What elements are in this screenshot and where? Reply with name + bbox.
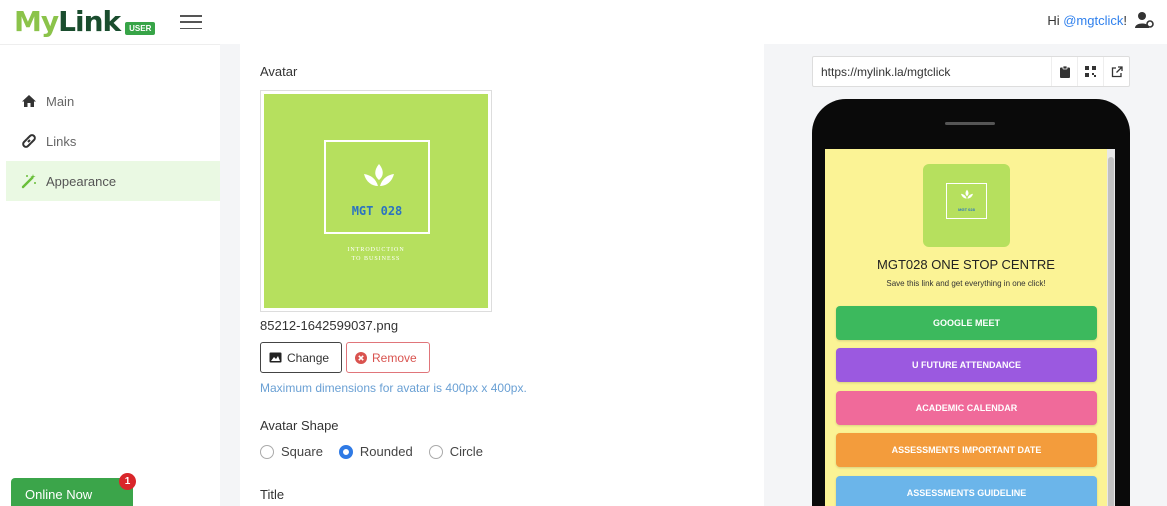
remove-avatar-button[interactable]: Remove (346, 342, 430, 373)
user-badge: USER (125, 22, 156, 35)
notification-badge: 1 (119, 473, 136, 490)
top-bar: MyLink USER Hi @mgtclick! (0, 0, 1167, 44)
external-link-icon (1111, 65, 1123, 77)
avatar-image: MGT 028 INTRODUCTION TO BUSINESS (264, 94, 488, 308)
avatar-dimensions-hint: Maximum dimensions for avatar is 400px x… (260, 381, 527, 395)
leaf-icon (961, 189, 973, 199)
radio-circle[interactable] (428, 444, 443, 459)
radio-label-square: Square (281, 444, 323, 459)
avatar-subtitle: INTRODUCTION TO BUSINESS (347, 247, 405, 262)
profile-link-button[interactable]: ASSESSMENTS GUIDELINE (836, 476, 1097, 506)
home-icon (20, 92, 38, 110)
profile-link-button[interactable]: GOOGLE MEET (836, 306, 1097, 340)
avatar-logo-frame: MGT 028 (324, 140, 430, 234)
username-link[interactable]: @mgtclick (1063, 13, 1123, 28)
profile-avatar: MGT 028 (923, 164, 1010, 247)
profile-url-input[interactable] (813, 57, 1051, 86)
menu-toggle-icon[interactable] (180, 15, 202, 29)
profile-url-group (812, 56, 1130, 87)
clipboard-icon (1059, 65, 1070, 78)
avatar-shape-label: Avatar Shape (260, 418, 339, 433)
radio-label-circle: Circle (449, 444, 483, 459)
profile-link-button[interactable]: ACADEMIC CALENDAR (836, 391, 1097, 425)
avatar-preview: MGT 028 INTRODUCTION TO BUSINESS (260, 90, 492, 312)
change-label: Change (287, 350, 330, 365)
logo[interactable]: MyLink USER (14, 5, 156, 38)
radio-square[interactable] (260, 444, 274, 459)
sidebar-item-label: Appearance (46, 173, 117, 189)
leaf-icon (364, 164, 394, 186)
profile-link-button[interactable]: U FUTURE ATTENDANCE (836, 348, 1097, 382)
change-avatar-button[interactable]: Change (260, 342, 342, 373)
magic-wand-icon (20, 172, 38, 190)
profile-link-button[interactable]: ASSESSMENTS IMPORTANT DATE (836, 433, 1097, 467)
open-link-button[interactable] (1103, 57, 1129, 86)
qr-code-button[interactable] (1077, 57, 1103, 86)
profile-description: Save this link and get everything in one… (886, 279, 1046, 288)
radio-label-rounded: Rounded (359, 444, 413, 459)
sidebar: Main Links Appearance (0, 44, 220, 506)
profile-title: MGT028 ONE STOP CENTRE (877, 257, 1055, 272)
link-icon (20, 132, 38, 150)
remove-label: Remove (372, 350, 417, 365)
appearance-form: Avatar MGT 028 INTRODUCTION TO BUSINESS … (240, 44, 764, 506)
qr-code-icon (1085, 66, 1096, 77)
greeting: Hi @mgtclick! (1047, 13, 1127, 28)
user-settings-icon[interactable] (1135, 11, 1155, 29)
avatar-code-text: MGT 028 (351, 204, 403, 218)
sidebar-item-appearance[interactable]: Appearance (6, 161, 220, 201)
remove-icon (355, 351, 367, 364)
sidebar-item-label: Main (46, 93, 75, 109)
profile-avatar-logo: MGT 028 (946, 183, 987, 219)
phone-speaker (945, 122, 995, 125)
avatar-filename: 85212-1642599037.png (260, 318, 399, 333)
radio-rounded[interactable] (338, 444, 353, 459)
sidebar-item-label: Links (46, 133, 77, 149)
sidebar-item-links[interactable]: Links (6, 121, 220, 161)
logo-text: MyLink (14, 5, 121, 38)
online-now-button[interactable]: Online Now (11, 478, 133, 506)
avatar-label: Avatar (260, 64, 298, 79)
copy-url-button[interactable] (1051, 57, 1077, 86)
profile-avatar-code: MGT 028 (958, 207, 975, 212)
preview-scrollbar[interactable] (1107, 149, 1115, 506)
phone-screen: MGT 028 MGT028 ONE STOP CENTRE Save this… (825, 149, 1115, 506)
avatar-shape-options: Square Rounded Circle (260, 444, 499, 459)
preview-panel: MGT 028 MGT028 ONE STOP CENTRE Save this… (790, 44, 1167, 506)
phone-preview: MGT 028 MGT028 ONE STOP CENTRE Save this… (812, 99, 1130, 506)
image-icon (269, 352, 282, 363)
sidebar-item-main[interactable]: Main (6, 81, 220, 121)
title-label: Title (260, 487, 285, 502)
